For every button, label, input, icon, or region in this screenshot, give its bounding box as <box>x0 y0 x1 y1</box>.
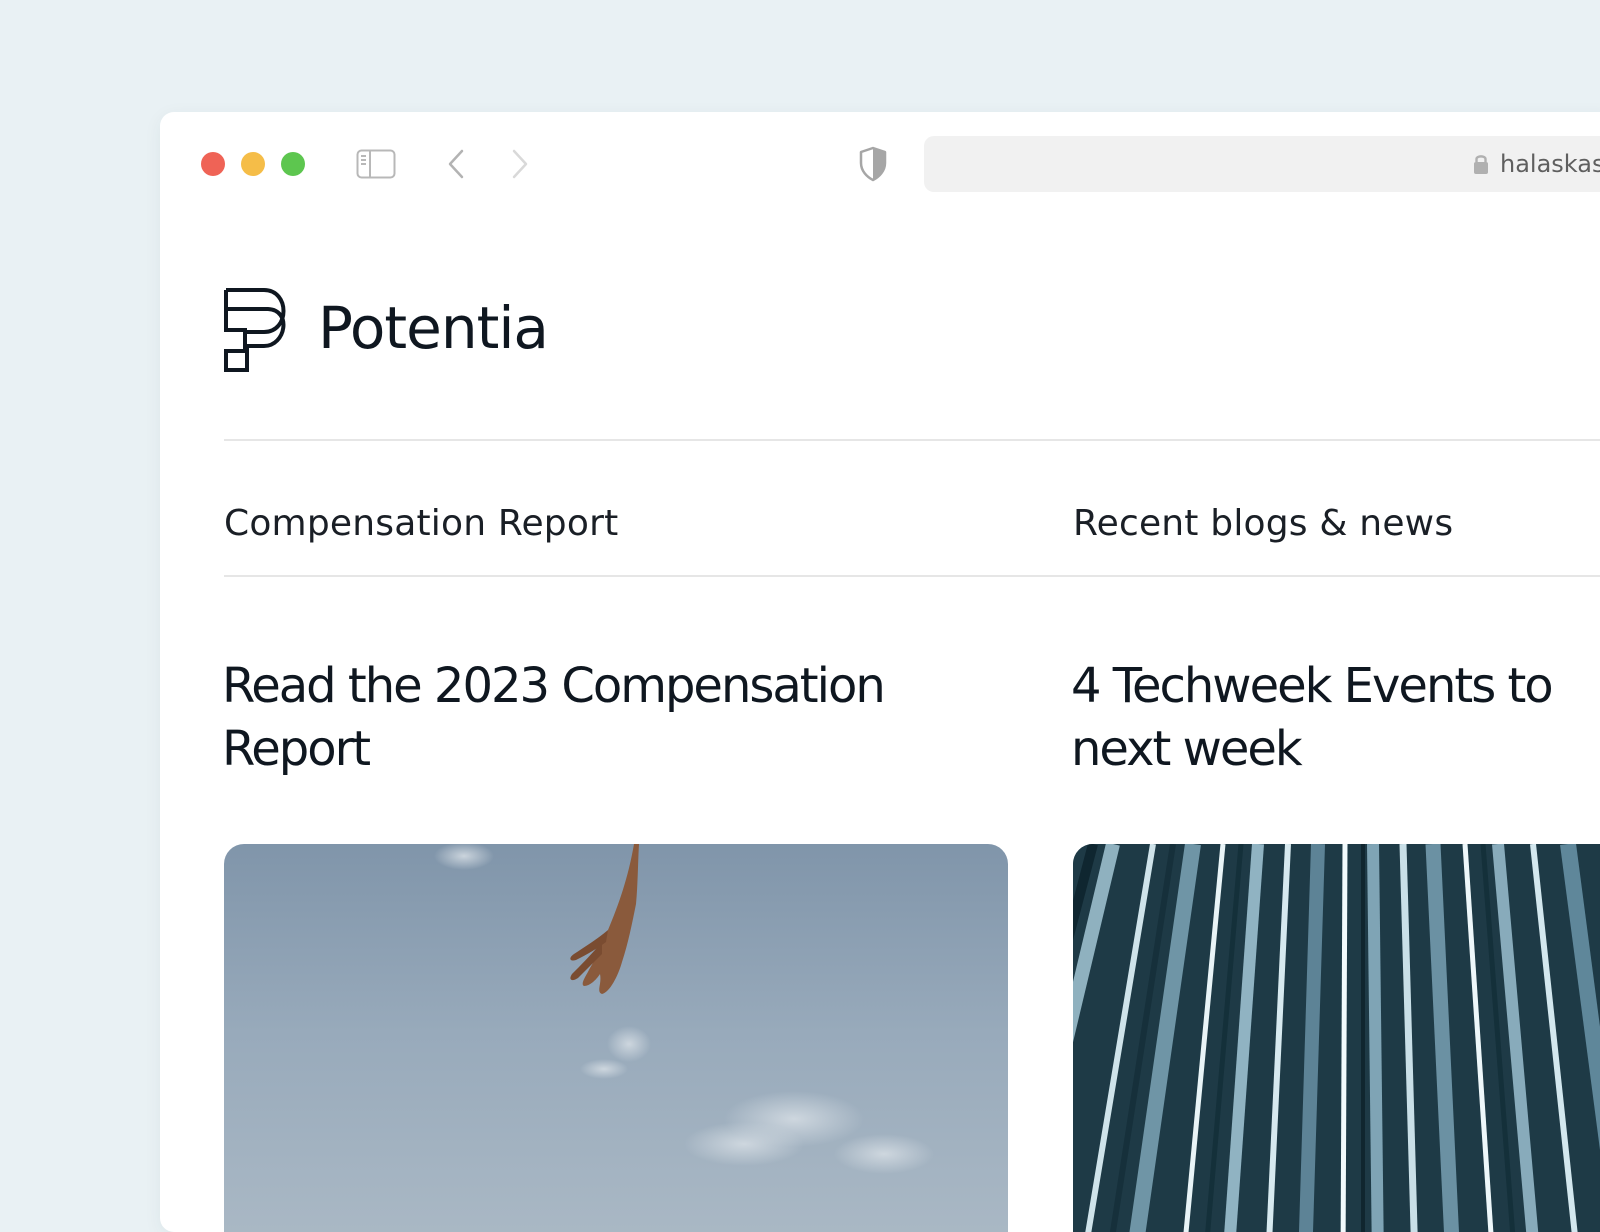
browser-window: halaskastudio.com Potentia Compensation … <box>160 112 1600 1232</box>
potentia-logo-mark[interactable] <box>224 288 292 372</box>
section-divider <box>224 575 1600 577</box>
headline-line: Read the 2023 Compensation <box>222 658 886 714</box>
article-headline-compensation[interactable]: Read the 2023 Compensation Report <box>222 655 886 781</box>
forward-arrow-icon[interactable] <box>510 148 530 180</box>
window-zoom-button[interactable] <box>281 152 305 176</box>
section-label-compensation[interactable]: Compensation Report <box>224 502 618 546</box>
header-divider <box>224 439 1600 441</box>
back-arrow-icon[interactable] <box>446 148 466 180</box>
privacy-shield-icon[interactable] <box>858 146 888 182</box>
url-text: halaskastudio.com <box>1500 150 1600 178</box>
light-streaks-illustration <box>1073 844 1600 1232</box>
address-bar[interactable]: halaskastudio.com <box>924 136 1600 192</box>
window-close-button[interactable] <box>201 152 225 176</box>
headline-line: Report <box>222 721 371 777</box>
sky-photo-illustration <box>434 844 934 1174</box>
article-headline-techweek[interactable]: 4 Techweek Events to next week <box>1071 655 1554 781</box>
section-label-blogs[interactable]: Recent blogs & news <box>1073 502 1453 546</box>
light-streaks-photo[interactable] <box>1073 844 1600 1232</box>
site-name[interactable]: Potentia <box>318 288 549 368</box>
headline-line: 4 Techweek Events to <box>1071 658 1554 714</box>
hand-reaching-into-sky-photo[interactable] <box>224 844 1008 1232</box>
window-minimize-button[interactable] <box>241 152 265 176</box>
headline-line: next week <box>1071 721 1303 777</box>
sidebar-toggle-icon[interactable] <box>356 149 396 179</box>
lock-icon <box>1474 155 1488 174</box>
